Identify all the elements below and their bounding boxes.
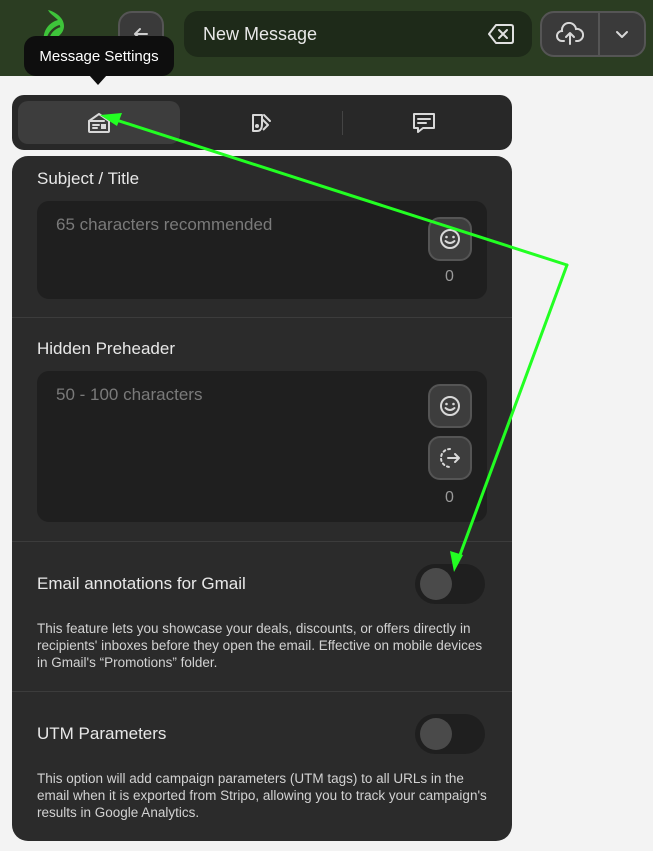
export-button-group <box>540 11 646 57</box>
tab-appearance[interactable] <box>180 101 342 144</box>
toggle-knob <box>420 568 452 600</box>
preheader-placeholder: 50 - 100 characters <box>56 385 203 404</box>
tooltip-arrow <box>89 75 107 85</box>
message-settings-panel: Subject / Title 65 characters recommende… <box>12 156 512 841</box>
upload-button[interactable] <box>542 13 600 55</box>
divider <box>12 317 512 318</box>
utm-parameters-toggle[interactable] <box>415 714 485 754</box>
smiley-icon <box>440 229 460 249</box>
message-title-input[interactable]: New Message <box>184 11 532 57</box>
message-title-value: New Message <box>203 23 318 44</box>
preheader-input[interactable]: 50 - 100 characters 0 <box>37 371 487 522</box>
gmail-annotations-label: Email annotations for Gmail <box>37 574 246 593</box>
subject-char-count: 0 <box>445 268 454 285</box>
toggle-knob <box>420 718 452 750</box>
divider <box>12 691 512 692</box>
subject-placeholder: 65 characters recommended <box>56 215 273 234</box>
message-settings-tooltip: Message Settings <box>24 36 174 76</box>
subject-emoji-button[interactable] <box>428 217 472 261</box>
cloud-upload-icon <box>556 22 584 45</box>
clear-input-icon[interactable] <box>488 23 514 45</box>
preheader-insert-button[interactable] <box>428 436 472 480</box>
subject-label: Subject / Title <box>37 169 140 188</box>
preheader-label: Hidden Preheader <box>37 339 175 358</box>
divider <box>12 541 512 542</box>
export-dropdown-button[interactable] <box>600 13 644 55</box>
preheader-char-count: 0 <box>445 489 454 506</box>
smiley-icon <box>440 396 460 416</box>
subject-input[interactable]: 65 characters recommended 0 <box>37 201 487 299</box>
paint-tag-icon <box>252 113 271 132</box>
tab-comments[interactable] <box>343 101 505 144</box>
tab-message-settings[interactable] <box>18 101 180 144</box>
dotted-arrow-right-icon <box>440 448 460 468</box>
utm-parameters-description: This option will add campaign parameters… <box>37 771 487 820</box>
comment-icon <box>413 112 435 133</box>
gmail-annotations-description: This feature lets you showcase your deal… <box>37 621 483 670</box>
gmail-annotations-toggle[interactable] <box>415 564 485 604</box>
settings-tab-bar <box>12 95 512 150</box>
preheader-emoji-button[interactable] <box>428 384 472 428</box>
envelope-settings-icon <box>88 112 110 133</box>
utm-parameters-label: UTM Parameters <box>37 724 167 743</box>
chevron-down-icon <box>616 31 628 38</box>
